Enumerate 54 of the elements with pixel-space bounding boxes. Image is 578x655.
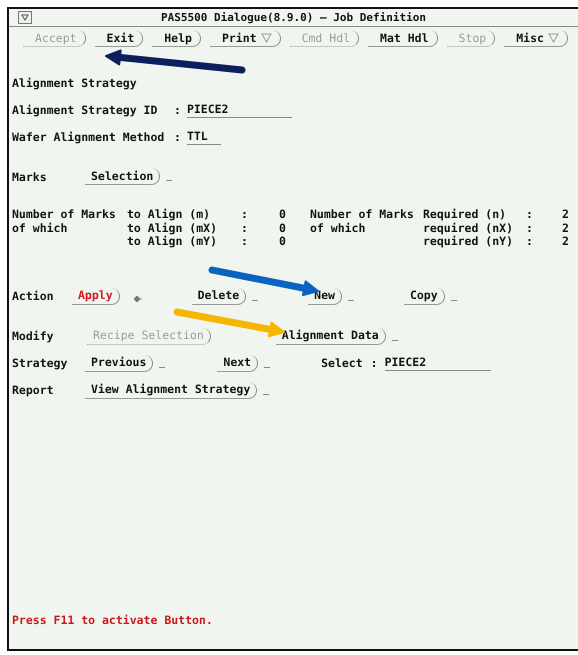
- count-label: Required (n): [423, 207, 506, 221]
- action-button[interactable]: Delete: [192, 288, 246, 304]
- toolbar-button[interactable]: Exit: [94, 30, 144, 47]
- count-label: required (nX): [423, 220, 514, 234]
- count-label: Number of Marks: [12, 207, 116, 221]
- toolbar-button[interactable]: Print: [210, 30, 281, 47]
- count-label: of which: [12, 220, 68, 234]
- count-separator: :: [526, 234, 533, 248]
- field-separator: :: [370, 356, 378, 370]
- selection-button[interactable]: Selection: [85, 168, 160, 185]
- count-value: 2: [562, 220, 569, 234]
- dropdown-icon: [548, 33, 559, 43]
- count-value: 0: [279, 220, 286, 234]
- field-label: Select: [321, 356, 363, 370]
- strategy-button[interactable]: Next: [217, 354, 258, 372]
- count-value: 2: [562, 234, 569, 248]
- window-menu-icon[interactable]: [18, 11, 32, 24]
- field-label: Alignment Strategy ID: [12, 102, 158, 116]
- field-label: Wafer Alignment Method: [12, 130, 166, 144]
- window-title: PAS5500 Dialogue(8.9.0) – Job Definition: [161, 11, 426, 24]
- count-label: Number of Marks: [310, 207, 414, 221]
- count-value: 0: [279, 234, 286, 248]
- row-label: Report: [12, 383, 55, 397]
- row-label: Marks: [12, 170, 48, 184]
- status-message: Press F11 to activate Button.: [12, 613, 214, 627]
- section-title: Alignment Strategy: [12, 74, 138, 91]
- row-label: Strategy: [12, 356, 68, 370]
- count-label: to Align (m): [127, 207, 210, 221]
- strategy-button[interactable]: Previous: [85, 354, 154, 372]
- count-value: 0: [279, 207, 286, 221]
- action-button[interactable]: Copy: [404, 288, 445, 304]
- count-separator: :: [241, 220, 248, 234]
- select-field[interactable]: PIECE2: [384, 355, 491, 371]
- row-label: Action: [12, 289, 55, 303]
- toolbar-button[interactable]: Misc: [504, 30, 568, 47]
- field-separator: :: [174, 102, 181, 116]
- count-separator: :: [241, 234, 248, 248]
- count-label: to Align (mY): [127, 234, 218, 248]
- field-value[interactable]: TTL: [186, 128, 221, 144]
- row-label: Modify: [12, 329, 55, 343]
- field-separator: :: [174, 130, 181, 144]
- field-value[interactable]: PIECE2: [186, 102, 292, 118]
- dropdown-icon: [260, 33, 272, 43]
- count-separator: :: [241, 207, 248, 221]
- toolbar-button[interactable]: Help: [152, 30, 201, 47]
- count-separator: :: [526, 220, 533, 234]
- report-button[interactable]: View Alignment Strategy: [85, 382, 258, 398]
- action-button[interactable]: Apply: [72, 288, 120, 304]
- count-label: of which: [310, 220, 366, 234]
- toolbar-button[interactable]: Mat Hdl: [368, 30, 438, 47]
- count-label: to Align (mX): [127, 220, 218, 234]
- count-label: required (nY): [423, 234, 514, 248]
- count-separator: :: [526, 207, 533, 221]
- count-value: 2: [562, 207, 569, 221]
